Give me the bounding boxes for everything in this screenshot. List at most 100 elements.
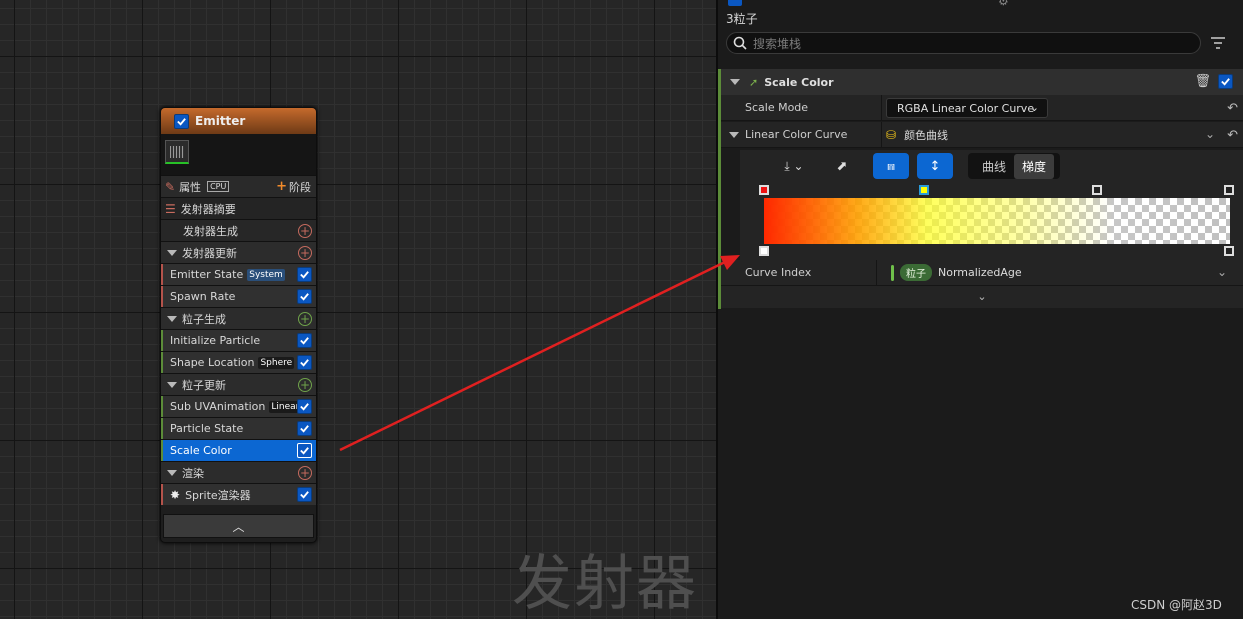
emitter-thumbnail-icon[interactable]: [165, 140, 189, 164]
collapse-arrow-icon[interactable]: [167, 469, 177, 476]
collapse-node-button[interactable]: ︿: [163, 514, 314, 538]
module-enable-checkbox[interactable]: [297, 289, 312, 304]
module-tag: Sphere: [258, 356, 295, 369]
add-stage-button[interactable]: + 阶段: [276, 179, 316, 195]
emitter-update-label: 发射器更新: [182, 246, 237, 260]
color-stop-red[interactable]: [759, 185, 769, 195]
gear-icon[interactable]: ⚙: [998, 0, 1009, 8]
collapse-arrow-icon[interactable]: [730, 79, 740, 85]
gradient-editor[interactable]: [740, 182, 1243, 260]
module-label: Sprite渲染器: [185, 488, 251, 502]
collapse-arrow-icon[interactable]: [729, 132, 739, 138]
curve-index-value: NormalizedAge: [938, 266, 1022, 279]
search-placeholder: 搜索堆栈: [753, 36, 802, 51]
add-module-icon[interactable]: +: [298, 311, 312, 326]
module-enable-checkbox[interactable]: [297, 443, 312, 458]
render-section[interactable]: 渲染 +: [161, 461, 316, 483]
view-mode-tabs: 曲线 梯度: [968, 153, 1060, 179]
module-tag: System: [247, 268, 285, 281]
reset-icon[interactable]: ↶: [1227, 101, 1238, 116]
horizontal-fit-button[interactable]: ⩎: [873, 153, 909, 179]
graph-watermark: 发射器: [512, 549, 698, 619]
emitter-spawn-row[interactable]: 发射器生成 +: [161, 219, 316, 241]
emitter-node-title: Emitter: [195, 114, 246, 128]
vertical-arrows-icon: ↕: [929, 158, 941, 174]
particle-update-label: 粒子更新: [182, 378, 226, 392]
add-module-icon[interactable]: +: [298, 245, 312, 260]
particle-spawn-section[interactable]: 粒子生成 +: [161, 307, 316, 329]
cpu-badge: CPU: [207, 181, 230, 192]
module-label: Initialize Particle: [170, 334, 261, 347]
reset-icon[interactable]: ↶: [1227, 128, 1238, 143]
properties-label: 属性: [179, 180, 202, 194]
curve-index-binding[interactable]: 粒子 NormalizedAge: [891, 264, 1022, 281]
module-icon: ➚: [749, 75, 759, 89]
chevron-down-icon[interactable]: ⌄: [1217, 265, 1227, 279]
color-stop-white[interactable]: [1092, 185, 1102, 195]
sparkle-icon: ✸: [170, 487, 181, 502]
chevron-down-icon[interactable]: ⌄: [1205, 127, 1215, 141]
plus-icon: +: [276, 179, 287, 194]
scale-mode-label: Scale Mode: [745, 101, 809, 114]
checkbox-icon: [728, 0, 742, 6]
add-module-icon[interactable]: +: [298, 223, 312, 238]
vertical-fit-button[interactable]: ↕: [917, 153, 953, 179]
list-icon: ☰: [165, 201, 176, 216]
scale-mode-row: Scale Mode RGBA Linear Color Curve ⌄ ↶: [721, 95, 1243, 121]
binding-bar-icon: [891, 264, 894, 281]
scale-mode-dropdown[interactable]: RGBA Linear Color Curve ⌄: [886, 98, 1048, 118]
module-enable-checkbox[interactable]: [1218, 74, 1233, 89]
open-external-button[interactable]: ⬈: [830, 153, 854, 179]
sub-uv-module[interactable]: Sub UVAnimation Linear: [161, 395, 316, 417]
alpha-stop-end[interactable]: [1224, 246, 1234, 256]
shape-location-module[interactable]: Shape Location Sphere: [161, 351, 316, 373]
color-gradient-preview[interactable]: [764, 198, 1230, 244]
spawn-rate-module[interactable]: Spawn Rate: [161, 285, 316, 307]
tab-gradient[interactable]: 梯度: [1014, 153, 1055, 179]
linear-curve-row: Linear Color Curve ⛁ 颜色曲线 ⌄ ↶: [721, 122, 1243, 148]
magnet-icon: ⩎: [887, 158, 895, 174]
module-enable-checkbox[interactable]: [297, 355, 312, 370]
search-icon: [733, 36, 747, 50]
module-label: Particle State: [170, 422, 244, 435]
emitter-update-section[interactable]: 发射器更新 +: [161, 241, 316, 263]
import-curve-button[interactable]: ⤓ ⌄: [774, 153, 814, 179]
properties-row[interactable]: ✎ 属性 CPU + 阶段: [161, 175, 316, 197]
collapse-arrow-icon[interactable]: [167, 249, 177, 256]
color-stop-end[interactable]: [1224, 185, 1234, 195]
emitter-node[interactable]: Emitter ✎ 属性 CPU + 阶段 ☰ 发射器摘要 发射器生成 + 发射…: [160, 107, 317, 543]
filter-icon[interactable]: [1210, 36, 1226, 50]
csdn-watermark: CSDN @阿赵3D: [1131, 598, 1222, 612]
scale-color-module[interactable]: Scale Color: [161, 439, 316, 461]
module-enable-checkbox[interactable]: [297, 333, 312, 348]
add-module-icon[interactable]: +: [298, 377, 312, 392]
particle-update-section[interactable]: 粒子更新 +: [161, 373, 316, 395]
module-enable-checkbox[interactable]: [297, 267, 312, 282]
collapse-arrow-icon[interactable]: [167, 315, 177, 322]
curve-asset-name: 颜色曲线: [904, 129, 949, 142]
curve-asset-picker[interactable]: ⛁ 颜色曲线: [886, 127, 948, 143]
module-header[interactable]: ➚ Scale Color 🗑: [718, 69, 1243, 95]
color-stop-yellow[interactable]: [919, 185, 929, 195]
module-enable-checkbox[interactable]: [297, 399, 312, 414]
node-graph-canvas[interactable]: 发射器 Emitter ✎ 属性 CPU + 阶段 ☰ 发射器摘要 发射器生成 …: [0, 0, 716, 619]
alpha-stop-start[interactable]: [759, 246, 769, 256]
emitter-enable-checkbox[interactable]: [174, 113, 189, 129]
external-link-icon: ⬈: [836, 158, 848, 174]
sprite-renderer-module[interactable]: ✸ Sprite渲染器: [161, 483, 316, 505]
emitter-node-header[interactable]: Emitter: [161, 108, 316, 134]
trash-icon[interactable]: 🗑: [1194, 74, 1211, 89]
render-label: 渲染: [182, 466, 204, 480]
collapse-arrow-icon[interactable]: [167, 381, 177, 388]
module-enable-checkbox[interactable]: [297, 487, 312, 502]
add-renderer-icon[interactable]: +: [298, 465, 312, 480]
tab-curve[interactable]: 曲线: [974, 154, 1014, 179]
initialize-particle-module[interactable]: Initialize Particle: [161, 329, 316, 351]
search-input[interactable]: 搜索堆栈: [726, 32, 1201, 54]
chevron-up-icon: ︿: [232, 519, 245, 534]
emitter-summary-row[interactable]: ☰ 发射器摘要: [161, 197, 316, 219]
expand-advanced-button[interactable]: ⌄: [721, 286, 1243, 308]
emitter-state-module[interactable]: Emitter State System: [161, 263, 316, 285]
module-enable-checkbox[interactable]: [297, 421, 312, 436]
particle-state-module[interactable]: Particle State: [161, 417, 316, 439]
